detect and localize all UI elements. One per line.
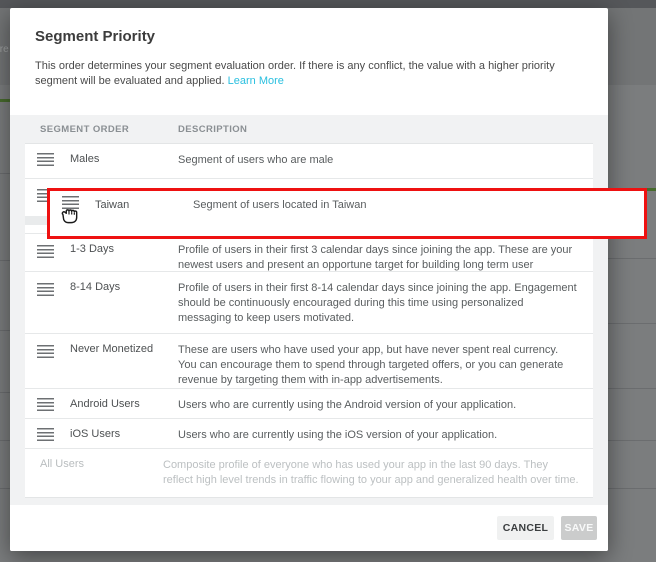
segment-description: Segment of users who are male xyxy=(178,144,593,178)
segment-name: 8-14 Days xyxy=(70,272,178,333)
table-row[interactable]: Android Users Users who are currently us… xyxy=(25,389,593,419)
screen: tre Segment Priority This order determin… xyxy=(0,0,656,562)
backdrop-row-line xyxy=(608,323,656,324)
backdrop-row-line xyxy=(0,488,10,489)
segment-description: Composite profile of everyone who has us… xyxy=(163,449,593,497)
backdrop-clipped-text: tre xyxy=(0,44,9,55)
table-header: SEGMENT ORDER DESCRIPTION xyxy=(25,115,593,143)
segment-name: Never Monetized xyxy=(70,334,178,388)
backdrop-green-line-left xyxy=(0,99,10,102)
segment-name: All Users xyxy=(25,449,163,497)
segment-description: Users who are currently using the Androi… xyxy=(178,389,593,418)
segment-description: Segment of users located in Taiwan xyxy=(193,199,366,211)
dialog-footer: CANCEL SAVE xyxy=(10,505,608,551)
backdrop-row-line xyxy=(0,392,10,393)
drag-handle-icon[interactable] xyxy=(37,345,54,358)
segment-name: 1-3 Days xyxy=(70,234,178,271)
backdrop-navbar-strip xyxy=(0,0,656,8)
learn-more-link[interactable]: Learn More xyxy=(228,75,284,87)
dialog-description-text: This order determines your segment evalu… xyxy=(35,60,555,87)
column-header-segment-order: SEGMENT ORDER xyxy=(25,124,178,135)
segment-description: Profile of users in their first 3 calend… xyxy=(178,234,593,271)
table-panel: SEGMENT ORDER DESCRIPTION Males Segment … xyxy=(10,115,608,505)
dialog-description: This order determines your segment evalu… xyxy=(35,59,583,89)
cancel-button[interactable]: CANCEL xyxy=(497,516,554,540)
segment-description: Users who are currently using the iOS ve… xyxy=(178,419,593,448)
backdrop-row-line xyxy=(608,440,656,441)
segment-description: These are users who have used your app, … xyxy=(178,334,593,388)
table-row[interactable]: iOS Users Users who are currently using … xyxy=(25,419,593,449)
segment-priority-dialog: Segment Priority This order determines y… xyxy=(10,8,608,551)
table-row[interactable]: Males Segment of users who are male xyxy=(25,144,593,179)
backdrop-row-line xyxy=(0,440,10,441)
column-header-description: DESCRIPTION xyxy=(178,124,247,135)
segment-name: Taiwan xyxy=(95,199,129,211)
table-row[interactable]: Never Monetized These are users who have… xyxy=(25,334,593,389)
backdrop-row-line xyxy=(608,258,656,259)
segment-name: iOS Users xyxy=(70,419,178,448)
table-row[interactable]: 8-14 Days Profile of users in their firs… xyxy=(25,272,593,334)
drag-handle-icon[interactable] xyxy=(37,428,54,441)
table-row-all-users: All Users Composite profile of everyone … xyxy=(25,449,593,497)
save-button[interactable]: SAVE xyxy=(561,516,597,540)
backdrop-row-line xyxy=(0,330,10,331)
dialog-header: Segment Priority This order determines y… xyxy=(10,8,608,115)
drag-handle-icon[interactable] xyxy=(37,283,54,296)
table-row[interactable]: 1-3 Days Profile of users in their first… xyxy=(25,234,593,272)
backdrop-row-line xyxy=(0,173,10,174)
segment-name: Males xyxy=(70,144,178,178)
drag-handle-icon[interactable] xyxy=(37,398,54,411)
segment-description: Profile of users in their first 8-14 cal… xyxy=(178,272,593,333)
grab-cursor-icon xyxy=(58,201,84,227)
drag-handle-icon[interactable] xyxy=(37,245,54,258)
drag-handle-icon[interactable] xyxy=(37,153,54,166)
backdrop-row-line xyxy=(608,388,656,389)
backdrop-row-line xyxy=(608,488,656,489)
backdrop-row-line xyxy=(0,260,10,261)
dialog-title: Segment Priority xyxy=(35,28,583,45)
dragged-row-taiwan[interactable]: Taiwan Segment of users located in Taiwa… xyxy=(47,188,647,239)
segment-name: Android Users xyxy=(70,389,178,418)
